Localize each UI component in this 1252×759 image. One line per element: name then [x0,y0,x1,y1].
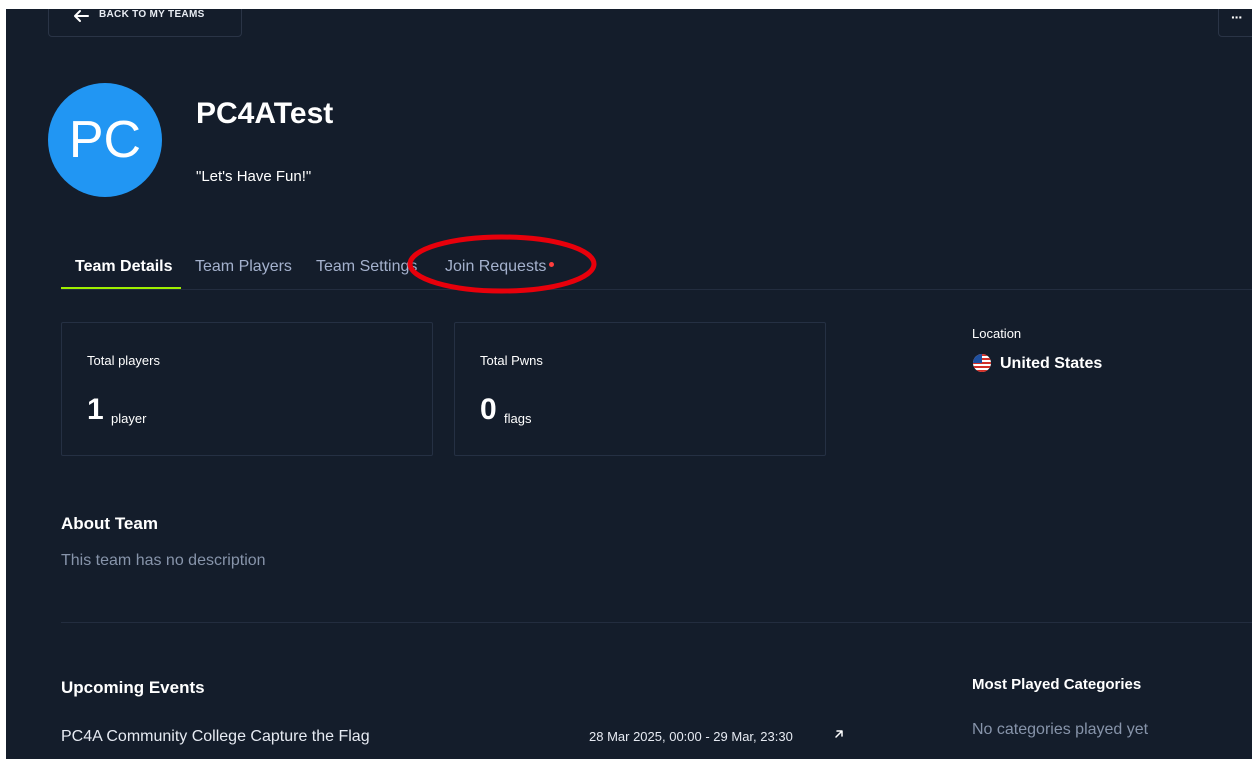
location-label: Location [972,326,1022,341]
tab-team-details[interactable]: Team Details [75,258,173,276]
tab-team-settings[interactable]: Team Settings [316,258,417,276]
section-divider [61,622,1252,623]
team-avatar: PC [48,83,162,197]
tab-team-players[interactable]: Team Players [195,258,292,276]
upcoming-events-title: Upcoming Events [61,678,205,697]
about-team-description: This team has no description [61,552,266,569]
more-icon: ··· [1231,9,1243,25]
stat-label: Total Pwns [480,353,543,368]
active-tab-indicator [61,287,181,289]
stat-unit: player [111,411,147,426]
us-flag-icon [973,354,991,372]
total-players-card: Total players 1 player [61,322,433,456]
stat-label: Total players [87,353,160,368]
stat-unit: flags [504,411,532,426]
avatar-initials: PC [68,111,142,169]
team-page: BACK TO MY TEAMS ··· PC PC4ATest "Let's … [6,9,1252,759]
team-name: PC4ATest [196,97,334,130]
external-link-icon[interactable] [832,727,846,741]
most-played-categories-title: Most Played Categories [972,676,1142,693]
stat-value: 0 [480,393,497,426]
about-team-title: About Team [61,514,158,533]
event-date: 28 Mar 2025, 00:00 - 29 Mar, 23:30 [589,729,793,744]
annotation-ellipse [407,234,597,294]
location-value: United States [1000,355,1103,372]
more-options-button[interactable]: ··· [1218,9,1252,37]
stat-value: 1 [87,393,104,426]
arrow-left-icon [74,10,89,22]
most-played-empty-text: No categories played yet [972,721,1149,738]
team-motto: "Let's Have Fun!" [196,168,312,185]
tabs-divider [61,289,1252,290]
back-button-label: BACK TO MY TEAMS [99,9,205,20]
total-pwns-card: Total Pwns 0 flags [454,322,826,456]
back-to-my-teams-button[interactable]: BACK TO MY TEAMS [48,9,242,37]
event-name[interactable]: PC4A Community College Capture the Flag [61,728,370,746]
